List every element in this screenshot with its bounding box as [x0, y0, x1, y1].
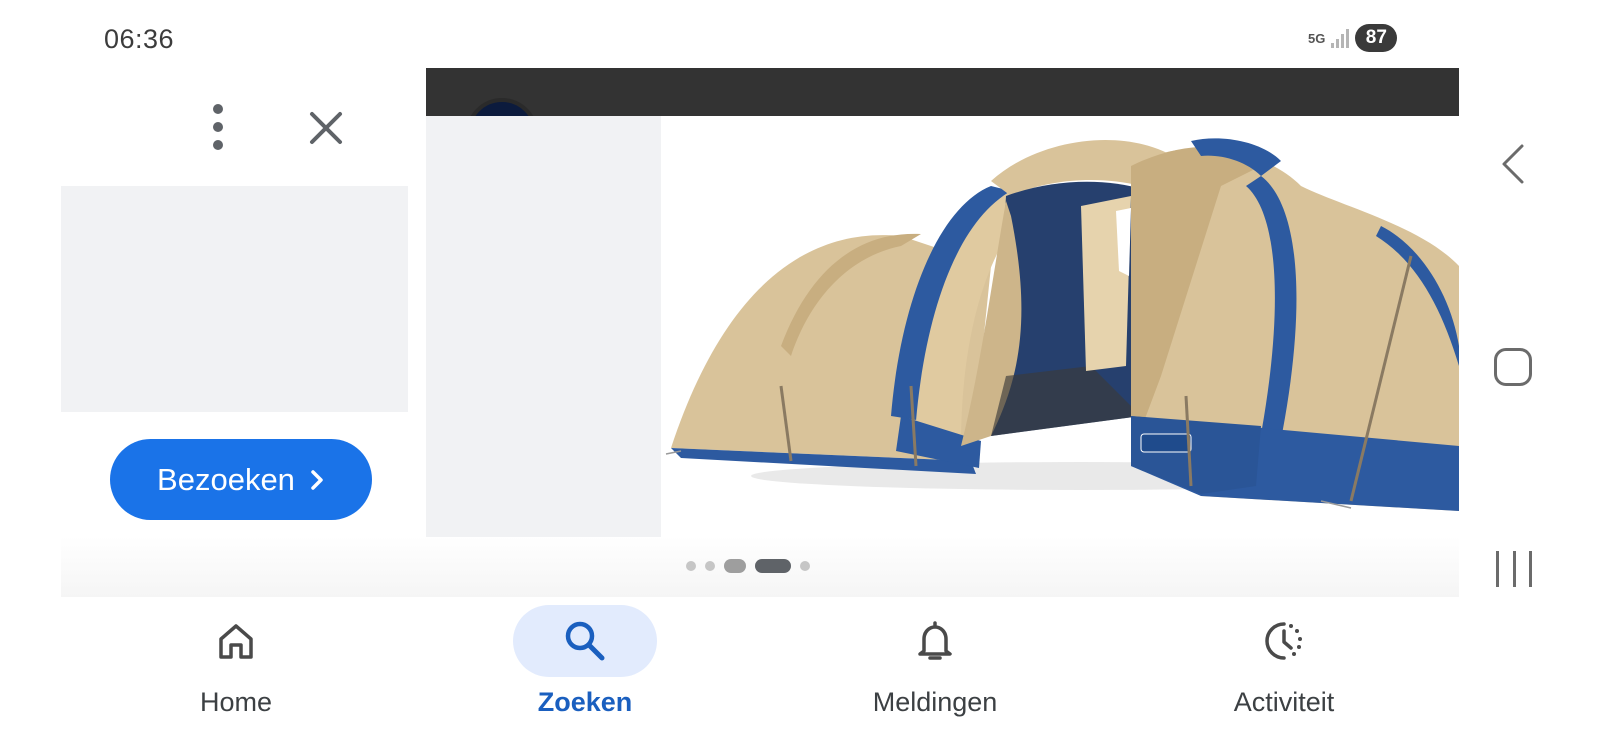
tent-image [665, 138, 1459, 511]
preview-placeholder [61, 186, 408, 412]
carousel-dot-active[interactable] [755, 559, 791, 573]
network-5g-icon: 5G [1308, 30, 1326, 46]
battery-icon: 87 [1355, 24, 1398, 52]
system-back-button[interactable] [1496, 142, 1532, 186]
nav-notifications-label: Meldingen [872, 687, 998, 717]
carousel-slide-previous[interactable] [426, 116, 661, 537]
status-icons: 5G 87 [1308, 24, 1398, 52]
nav-notifications[interactable]: Meldingen [785, 597, 1085, 738]
carousel-dot[interactable] [724, 559, 746, 573]
system-recents-button[interactable] [1496, 551, 1532, 587]
home-icon [219, 624, 253, 659]
status-time: 06:36 [104, 24, 175, 54]
system-home-button[interactable] [1494, 348, 1532, 386]
nav-activity-label: Activiteit [1233, 687, 1335, 717]
more-options-button[interactable] [198, 104, 238, 150]
nav-home[interactable]: Home [86, 597, 386, 738]
chevron-right-icon [311, 469, 323, 490]
signal-icon [1331, 28, 1350, 48]
carousel-header [426, 68, 1459, 116]
bell-icon [918, 621, 952, 660]
bottom-navigation: Home Zoeken Meldingen Activiteit [61, 597, 1459, 738]
visit-button[interactable]: Bezoeken [110, 439, 372, 520]
nav-search[interactable]: Zoeken [435, 597, 735, 738]
search-icon [565, 621, 605, 661]
carousel-dot[interactable] [800, 561, 810, 571]
close-icon [310, 112, 342, 144]
carousel-indicator [686, 559, 810, 573]
avatar [466, 98, 538, 116]
nav-activity[interactable]: Activiteit [1134, 597, 1434, 738]
more-vert-icon [213, 104, 223, 114]
carousel-dot[interactable] [705, 561, 715, 571]
back-icon [1502, 144, 1524, 184]
activity-icon [1265, 622, 1302, 660]
nav-home-label: Home [199, 687, 273, 717]
carousel-dot[interactable] [686, 561, 696, 571]
nav-search-label: Zoeken [537, 687, 633, 717]
carousel-slide-current[interactable] [661, 116, 1459, 537]
close-button[interactable] [302, 104, 350, 152]
visit-button-label: Bezoeken [157, 461, 295, 497]
